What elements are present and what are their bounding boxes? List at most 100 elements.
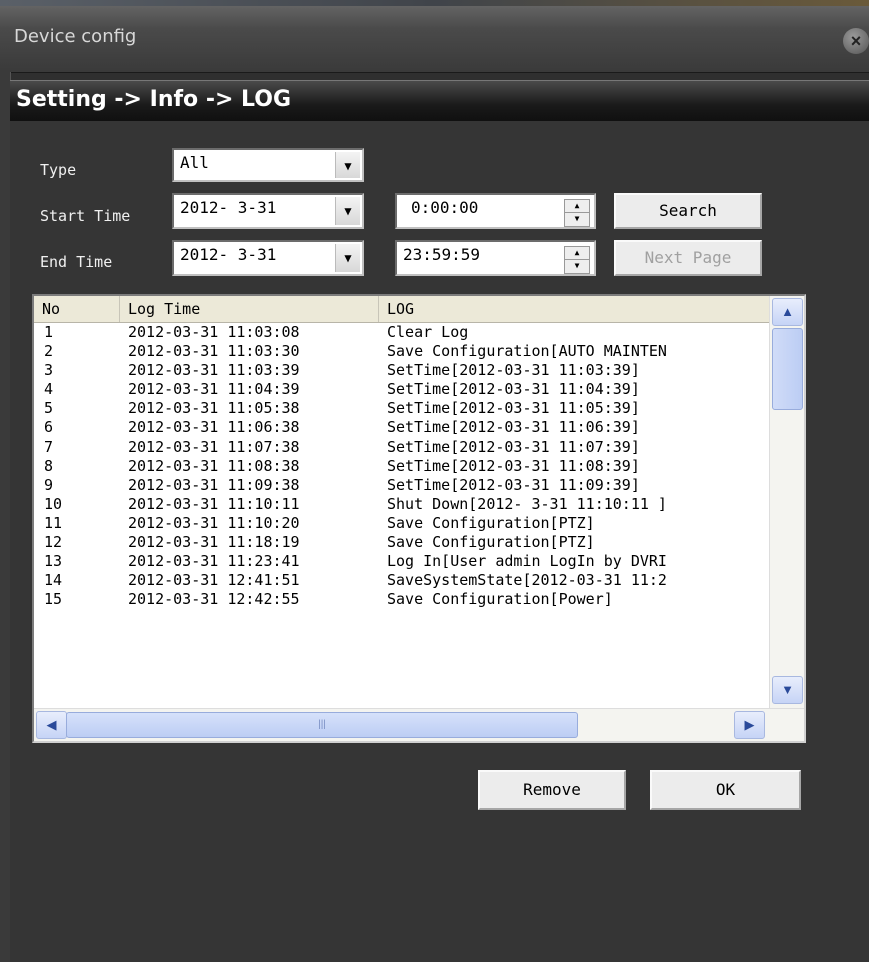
row-time: 2012-03-31 11:04:39 (128, 380, 300, 399)
row-log: Clear Log (387, 323, 469, 341)
row-no: 3 (44, 361, 54, 380)
vertical-scrollbar[interactable]: ▲ ▼ (769, 296, 804, 708)
scroll-left-icon[interactable]: ◀ (36, 711, 67, 739)
log-list[interactable]: No Log Time LOG 1 2012-03-31 11:03:08 Clea… (32, 294, 806, 743)
search-button[interactable]: Search (614, 193, 762, 229)
scroll-down-icon[interactable]: ▼ (772, 676, 803, 704)
column-header-log[interactable]: LOG (379, 296, 769, 322)
spin-down-icon[interactable]: ▼ (565, 260, 589, 272)
start-time-value: 0:00:00 (411, 198, 479, 217)
row-log: SetTime[2012-03-31 11:07:39] (387, 437, 640, 456)
vertical-scroll-thumb[interactable] (772, 328, 803, 410)
device-config-window: Device config × Setting -> Info -> LOG T… (0, 0, 869, 962)
horizontal-scrollbar[interactable]: ◀ ||| ▶ (34, 708, 804, 741)
end-date-dropdown-icon[interactable]: ▼ (335, 244, 360, 272)
table-row[interactable]: 8 2012-03-31 11:08:38 SetTime[2012-03-31 1… (34, 457, 769, 476)
type-select[interactable]: All ▼ (172, 148, 364, 182)
start-date-dropdown-icon[interactable]: ▼ (335, 197, 360, 225)
row-no: 11 (44, 513, 63, 532)
table-row[interactable]: 11 2012-03-31 11:10:20 Save Configuration[… (34, 514, 769, 533)
row-time: 2012-03-31 11:09:38 (128, 475, 300, 494)
window-title: Device config (14, 26, 137, 47)
ok-button[interactable]: OK (650, 770, 801, 810)
spin-up-icon[interactable]: ▲ (565, 247, 589, 260)
title-bar[interactable]: Device config × (0, 0, 869, 73)
breadcrumb: Setting -> Info -> LOG (16, 87, 292, 112)
row-no: 7 (44, 437, 54, 456)
column-header-log-time[interactable]: Log Time (120, 296, 379, 322)
scroll-up-icon[interactable]: ▲ (772, 298, 803, 326)
row-time: 2012-03-31 11:07:38 (128, 437, 300, 456)
row-time: 2012-03-31 11:06:38 (128, 418, 300, 437)
end-date-picker[interactable]: 2012- 3-31 ▼ (172, 240, 364, 276)
row-no: 15 (44, 590, 63, 609)
table-row[interactable]: 3 2012-03-31 11:03:39 SetTime[2012-03-31 1… (34, 361, 769, 380)
end-time-label: End Time (40, 253, 113, 271)
type-dropdown-icon[interactable]: ▼ (335, 152, 360, 178)
row-time: 2012-03-31 12:42:55 (128, 590, 300, 609)
table-row[interactable]: 2 2012-03-31 11:03:30 Save Configuration[A… (34, 342, 769, 361)
row-no: 1 (44, 323, 54, 341)
log-list-header: No Log Time LOG (34, 296, 769, 323)
row-log: Save Configuration[PTZ] (387, 533, 595, 552)
row-log: SetTime[2012-03-31 11:04:39] (387, 380, 640, 399)
end-time-input[interactable]: 23:59:59 ▲ ▼ (395, 240, 596, 276)
row-time: 2012-03-31 11:05:38 (128, 399, 300, 418)
row-time: 2012-03-31 12:41:51 (128, 571, 300, 590)
start-time-label: Start Time (40, 207, 131, 225)
horizontal-scroll-thumb[interactable]: ||| (66, 712, 578, 738)
table-row[interactable]: 12 2012-03-31 11:18:19 Save Configuration[… (34, 533, 769, 552)
start-time-input[interactable]: 0:00:00 ▲ ▼ (395, 193, 596, 229)
spin-down-icon[interactable]: ▼ (565, 213, 589, 225)
title-bar-rim (0, 0, 869, 6)
row-log: Log In[User admin LogIn by DVRI (387, 552, 667, 571)
row-no: 4 (44, 380, 54, 399)
table-row[interactable]: 15 2012-03-31 12:42:55 Save Configuration[… (34, 590, 769, 609)
row-log: SetTime[2012-03-31 11:03:39] (387, 361, 640, 380)
end-time-spinner[interactable]: ▲ ▼ (564, 246, 590, 274)
row-log: Save Configuration[Power] (387, 590, 613, 609)
row-time: 2012-03-31 11:18:19 (128, 533, 300, 552)
start-date-value: 2012- 3-31 (180, 198, 277, 217)
row-log: SetTime[2012-03-31 11:06:39] (387, 418, 640, 437)
log-rows: 1 2012-03-31 11:03:08 Clear Log 2 2012-03-3… (34, 323, 769, 708)
start-time-spinner[interactable]: ▲ ▼ (564, 199, 590, 227)
row-time: 2012-03-31 11:03:30 (128, 342, 300, 361)
row-log: Save Configuration[AUTO MAINTEN (387, 342, 667, 361)
table-row[interactable]: 9 2012-03-31 11:09:38 SetTime[2012-03-31 1… (34, 476, 769, 495)
row-log: Shut Down[2012- 3-31 11:10:11 ] (387, 494, 667, 513)
row-log: SetTime[2012-03-31 11:08:39] (387, 456, 640, 475)
row-log: SaveSystemState[2012-03-31 11:2 (387, 571, 667, 590)
row-no: 10 (44, 494, 63, 513)
row-no: 13 (44, 552, 63, 571)
row-log: SetTime[2012-03-31 11:05:39] (387, 399, 640, 418)
table-row[interactable]: 10 2012-03-31 11:10:11 Shut Down[2012- 3-3… (34, 495, 769, 514)
column-header-no[interactable]: No (34, 296, 120, 322)
row-time: 2012-03-31 11:08:38 (128, 456, 300, 475)
table-row[interactable]: 1 2012-03-31 11:03:08 Clear Log (34, 323, 769, 342)
table-row[interactable]: 4 2012-03-31 11:04:39 SetTime[2012-03-31 1… (34, 380, 769, 399)
row-time: 2012-03-31 11:10:11 (128, 494, 300, 513)
type-select-value: All (180, 153, 209, 172)
table-row[interactable]: 5 2012-03-31 11:05:38 SetTime[2012-03-31 1… (34, 399, 769, 418)
row-log: SetTime[2012-03-31 11:09:39] (387, 475, 640, 494)
remove-button[interactable]: Remove (478, 770, 626, 810)
close-icon[interactable]: × (843, 28, 869, 54)
end-date-value: 2012- 3-31 (180, 245, 277, 264)
row-no: 12 (44, 533, 63, 552)
row-no: 2 (44, 342, 54, 361)
next-page-button[interactable]: Next Page (614, 240, 762, 276)
table-row[interactable]: 7 2012-03-31 11:07:38 SetTime[2012-03-31 1… (34, 438, 769, 457)
row-time: 2012-03-31 11:03:08 (128, 323, 300, 341)
start-date-picker[interactable]: 2012- 3-31 ▼ (172, 193, 364, 229)
breadcrumb-bar: Setting -> Info -> LOG (10, 80, 869, 121)
table-row[interactable]: 6 2012-03-31 11:06:38 SetTime[2012-03-31 1… (34, 418, 769, 437)
row-no: 9 (44, 475, 54, 494)
row-no: 5 (44, 399, 54, 418)
spin-up-icon[interactable]: ▲ (565, 200, 589, 213)
table-row[interactable]: 13 2012-03-31 11:23:41 Log In[User admin L… (34, 552, 769, 571)
scroll-right-icon[interactable]: ▶ (734, 711, 765, 739)
table-row[interactable]: 14 2012-03-31 12:41:51 SaveSystemState[201… (34, 571, 769, 590)
row-time: 2012-03-31 11:23:41 (128, 552, 300, 571)
end-time-value: 23:59:59 (403, 245, 481, 264)
